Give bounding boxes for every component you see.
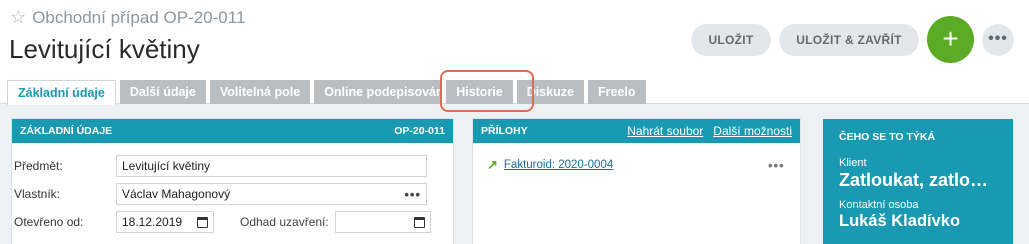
more-options-link[interactable]: Další možnosti: [713, 124, 792, 138]
upload-file-link[interactable]: Nahrát soubor: [627, 124, 703, 138]
tab-freelo[interactable]: Freelo: [587, 80, 646, 104]
owner-select[interactable]: Václav Mahagonový •••: [116, 183, 427, 205]
attachments-header: PŘÍLOHY Nahrát soubor Další možnosti: [473, 119, 800, 143]
subject-label: Předmět:: [14, 159, 63, 173]
opened-date-input[interactable]: 18.12.2019: [116, 211, 214, 233]
client-value[interactable]: Zatloukat, zatloukat: [839, 170, 997, 191]
client-label: Klient: [839, 157, 867, 169]
more-options-button[interactable]: •••: [982, 24, 1014, 56]
calendar-icon[interactable]: [413, 216, 425, 228]
related-panel: ČEHO SE TO TÝKÁ Klient Zatloukat, zatlou…: [823, 119, 1013, 244]
tab-basic-info[interactable]: Základní údaje: [7, 80, 116, 105]
attachment-link[interactable]: Fakturoid: 2020-0004: [504, 159, 613, 171]
owner-value: Václav Mahagonový: [122, 187, 231, 201]
contact-value[interactable]: Lukáš Kladívko: [839, 212, 997, 231]
save-button[interactable]: ULOŽIT: [691, 24, 771, 56]
tab-bar: Základní údaje Další údaje Volitelná pol…: [7, 80, 646, 105]
attachments-actions: Nahrát soubor Další možnosti: [627, 124, 792, 138]
opened-value: 18.12.2019: [122, 215, 183, 229]
save-and-close-button[interactable]: ULOŽIT & ZAVŘÍT: [779, 24, 919, 56]
related-title: ČEHO SE TO TÝKÁ: [839, 131, 936, 143]
tab-history[interactable]: Historie: [446, 80, 513, 104]
tab-online-signing[interactable]: Online podepisování: [314, 80, 443, 104]
calendar-icon[interactable]: [197, 216, 208, 228]
list-item: ↗ Fakturoid: 2020-0004: [487, 157, 613, 173]
attachment-more-icon[interactable]: •••: [768, 158, 785, 173]
owner-label: Vlastník:: [14, 187, 61, 201]
star-icon[interactable]: ☆: [10, 7, 26, 28]
attachments-panel: PŘÍLOHY Nahrát soubor Další možnosti: [473, 119, 800, 244]
dates-row: Otevřeno od: 18.12.2019 Odhad uzavření:: [14, 211, 431, 233]
record-code: OP-20-011: [394, 125, 445, 137]
basic-info-title: ZÁKLADNÍ ÚDAJE: [20, 125, 113, 137]
attachments-title: PŘÍLOHY: [481, 125, 528, 137]
more-dots-icon[interactable]: •••: [404, 187, 421, 202]
tab-discussion[interactable]: Diskuze: [516, 80, 584, 104]
tab-more-info[interactable]: Další údaje: [119, 80, 206, 104]
basic-info-header: ZÁKLADNÍ ÚDAJE OP-20-011: [12, 119, 453, 143]
add-button[interactable]: +: [927, 16, 974, 63]
owner-row: Vlastník: Václav Mahagonový •••: [14, 183, 427, 205]
estimate-label: Odhad uzavření:: [240, 215, 329, 229]
external-link-arrow-icon: ↗: [487, 157, 498, 172]
contact-label: Kontaktní osoba: [839, 199, 919, 211]
subject-input[interactable]: Levitující květiny: [116, 155, 427, 177]
record-subtitle: ☆ Obchodní případ OP-20-011: [10, 7, 245, 28]
record-type-code: Obchodní případ OP-20-011: [32, 7, 246, 27]
estimate-date-input[interactable]: [334, 211, 431, 233]
opened-label: Otevřeno od:: [14, 215, 84, 229]
subject-value: Levitující květiny: [122, 159, 211, 173]
subject-row: Předmět: Levitující květiny: [14, 155, 427, 177]
tab-optional-fields[interactable]: Volitelná pole: [209, 80, 311, 104]
page-title: Levitující květiny: [9, 34, 200, 64]
